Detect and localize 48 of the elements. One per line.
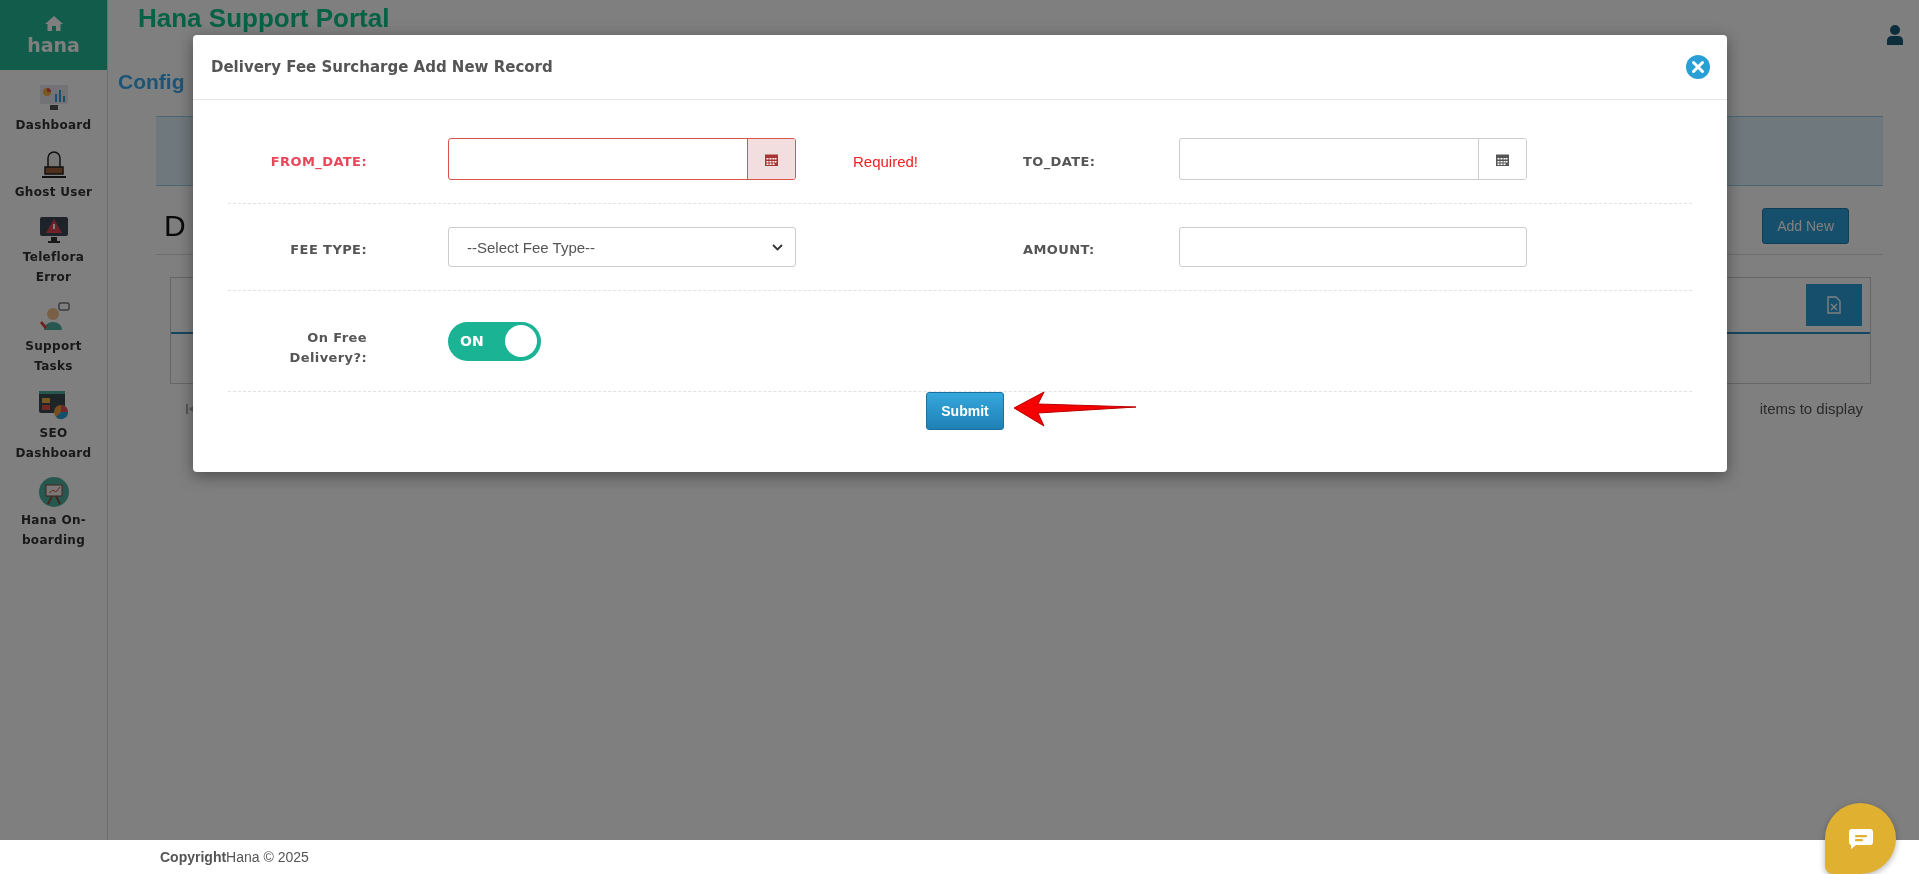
toggle-switch[interactable]: ON [448, 321, 541, 361]
support-agent-icon [37, 301, 70, 333]
sidebar-item[interactable]: SEO Dashboard [0, 376, 107, 463]
sidebar-label: Hana On-boarding [19, 512, 88, 549]
add-new-button[interactable]: Add New [1762, 208, 1849, 244]
sidebar-label: Ghost User [13, 184, 94, 201]
logo-text: hana [27, 33, 80, 56]
copyright-text: CopyrightHana © 2025 [160, 849, 309, 865]
close-icon[interactable] [1686, 55, 1710, 79]
amount-field[interactable] [1179, 227, 1527, 267]
field-label: FROM_DATE: [269, 153, 367, 172]
excel-file-icon [1827, 296, 1841, 314]
section-heading: D [164, 209, 186, 243]
pager-info: items to display [1759, 400, 1863, 417]
monitor-chart-icon [38, 84, 69, 112]
field-label: On Free Delivery?: [288, 329, 367, 367]
field-label: AMOUNT: [1023, 241, 1096, 259]
sidebar-label: Teleflora Error [21, 249, 86, 286]
sidebar-label: Dashboard [14, 117, 93, 134]
sidebar-label: SEO Dashboard [14, 425, 93, 462]
warning-monitor-icon [38, 216, 69, 244]
sidebar-item[interactable]: Support Tasks [0, 287, 107, 376]
field-label: FEE TYPE: [289, 241, 367, 259]
fee-type-select[interactable]: --Select Fee Type-- [448, 227, 796, 267]
sidebar-item[interactable]: Dashboard [0, 70, 107, 135]
chevron-down-icon [772, 243, 783, 251]
sidebar-label: Support Tasks [24, 338, 83, 375]
modal-title: Delivery Fee Surcharge Add New Record [211, 58, 553, 76]
calendar-button[interactable] [747, 139, 795, 179]
user-icon[interactable] [1887, 25, 1903, 45]
sidebar-item[interactable]: Hana On-boarding [0, 463, 107, 550]
sidebar-item[interactable]: Ghost User [0, 135, 107, 202]
date-field[interactable] [1179, 138, 1527, 180]
field-label: TO_DATE: [1023, 153, 1097, 172]
chat-button[interactable] [1825, 803, 1896, 874]
calendar-button[interactable] [1478, 139, 1526, 179]
chart-screen-icon [37, 390, 70, 420]
calendar-icon [765, 152, 778, 166]
chat-bubble-icon [1847, 827, 1874, 850]
page-title: Config [118, 70, 186, 94]
sidebar-item[interactable]: Teleflora Error [0, 202, 107, 287]
presentation-board-icon [38, 477, 69, 507]
portal-title: Hana Support Portal [138, 3, 390, 33]
submit-button[interactable]: Submit [926, 392, 1004, 430]
home-icon [43, 14, 64, 32]
calendar-icon [1496, 152, 1509, 166]
date-field[interactable] [448, 138, 796, 180]
error-message: Required! [852, 151, 920, 170]
